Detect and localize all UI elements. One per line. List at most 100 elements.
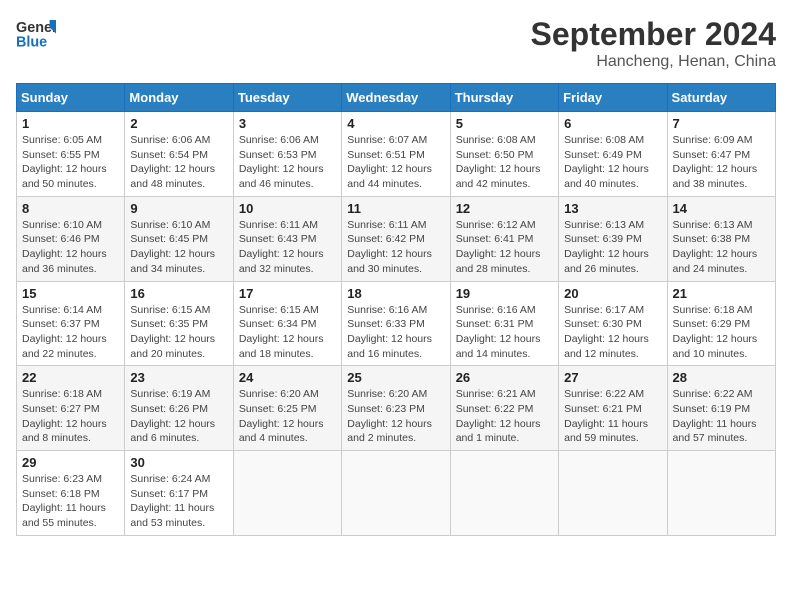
day-info: Sunrise: 6:20 AM Sunset: 6:23 PM Dayligh… [347, 387, 444, 446]
day-info: Sunrise: 6:16 AM Sunset: 6:31 PM Dayligh… [456, 303, 553, 362]
calendar-week-row: 1Sunrise: 6:05 AM Sunset: 6:55 PM Daylig… [17, 112, 776, 197]
calendar-cell [450, 451, 558, 536]
month-title: September 2024 [531, 16, 776, 53]
calendar-cell: 5 Sunrise: 6:08 AM Sunset: 6:50 PM Daylig… [450, 112, 558, 197]
day-number: 2 [130, 116, 227, 131]
location-title: Hancheng, Henan, China [531, 53, 776, 71]
calendar-cell: 16 Sunrise: 6:15 AM Sunset: 6:35 PM Dayli… [125, 281, 233, 366]
calendar-header: SundayMondayTuesdayWednesdayThursdayFrid… [17, 84, 776, 112]
weekday-wednesday: Wednesday [342, 84, 450, 112]
day-number: 12 [456, 201, 553, 216]
day-number: 27 [564, 370, 661, 385]
calendar-cell: 23Sunrise: 6:19 AM Sunset: 6:26 PM Dayli… [125, 366, 233, 451]
day-number: 1 [22, 116, 119, 131]
weekday-thursday: Thursday [450, 84, 558, 112]
day-info: Sunrise: 6:09 AM Sunset: 6:47 PM Dayligh… [673, 133, 770, 192]
calendar-week-row: 8 Sunrise: 6:10 AM Sunset: 6:46 PM Daylig… [17, 196, 776, 281]
day-number: 5 [456, 116, 553, 131]
weekday-monday: Monday [125, 84, 233, 112]
day-info: Sunrise: 6:08 AM Sunset: 6:50 PM Dayligh… [456, 133, 553, 192]
weekday-friday: Friday [559, 84, 667, 112]
calendar-cell: 24 Sunrise: 6:20 AM Sunset: 6:25 PM Dayli… [233, 366, 341, 451]
day-info: Sunrise: 6:15 AM Sunset: 6:35 PM Dayligh… [130, 303, 227, 362]
day-number: 15 [22, 286, 119, 301]
day-number: 8 [22, 201, 119, 216]
day-number: 25 [347, 370, 444, 385]
day-info: Sunrise: 6:13 AM Sunset: 6:39 PM Dayligh… [564, 218, 661, 277]
calendar-cell: 3 Sunrise: 6:06 AM Sunset: 6:53 PM Daylig… [233, 112, 341, 197]
calendar-cell: 26Sunrise: 6:21 AM Sunset: 6:22 PM Dayli… [450, 366, 558, 451]
day-number: 3 [239, 116, 336, 131]
calendar-cell: 25 Sunrise: 6:20 AM Sunset: 6:23 PM Dayli… [342, 366, 450, 451]
calendar-cell: 29Sunrise: 6:23 AM Sunset: 6:18 PM Dayli… [17, 451, 125, 536]
calendar-cell: 8 Sunrise: 6:10 AM Sunset: 6:46 PM Daylig… [17, 196, 125, 281]
day-number: 21 [673, 286, 770, 301]
day-number: 14 [673, 201, 770, 216]
day-number: 24 [239, 370, 336, 385]
title-block: September 2024 Hancheng, Henan, China [531, 16, 776, 71]
day-info: Sunrise: 6:10 AM Sunset: 6:45 PM Dayligh… [130, 218, 227, 277]
calendar-cell: 1Sunrise: 6:05 AM Sunset: 6:55 PM Daylig… [17, 112, 125, 197]
day-info: Sunrise: 6:17 AM Sunset: 6:30 PM Dayligh… [564, 303, 661, 362]
calendar-week-row: 15 Sunrise: 6:14 AM Sunset: 6:37 PM Dayli… [17, 281, 776, 366]
calendar-cell [559, 451, 667, 536]
day-info: Sunrise: 6:11 AM Sunset: 6:42 PM Dayligh… [347, 218, 444, 277]
day-number: 10 [239, 201, 336, 216]
day-info: Sunrise: 6:18 AM Sunset: 6:27 PM Dayligh… [22, 387, 119, 446]
day-info: Sunrise: 6:15 AM Sunset: 6:34 PM Dayligh… [239, 303, 336, 362]
day-number: 30 [130, 455, 227, 470]
calendar-cell: 13 Sunrise: 6:13 AM Sunset: 6:39 PM Dayli… [559, 196, 667, 281]
calendar-cell: 11Sunrise: 6:11 AM Sunset: 6:42 PM Dayli… [342, 196, 450, 281]
day-number: 17 [239, 286, 336, 301]
day-info: Sunrise: 6:11 AM Sunset: 6:43 PM Dayligh… [239, 218, 336, 277]
calendar-cell [667, 451, 775, 536]
day-info: Sunrise: 6:10 AM Sunset: 6:46 PM Dayligh… [22, 218, 119, 277]
calendar-cell: 14 Sunrise: 6:13 AM Sunset: 6:38 PM Dayli… [667, 196, 775, 281]
day-number: 19 [456, 286, 553, 301]
day-number: 7 [673, 116, 770, 131]
calendar-cell: 12 Sunrise: 6:12 AM Sunset: 6:41 PM Dayli… [450, 196, 558, 281]
day-info: Sunrise: 6:23 AM Sunset: 6:18 PM Dayligh… [22, 472, 119, 531]
day-info: Sunrise: 6:13 AM Sunset: 6:38 PM Dayligh… [673, 218, 770, 277]
weekday-sunday: Sunday [17, 84, 125, 112]
day-info: Sunrise: 6:20 AM Sunset: 6:25 PM Dayligh… [239, 387, 336, 446]
calendar-week-row: 22 Sunrise: 6:18 AM Sunset: 6:27 PM Dayli… [17, 366, 776, 451]
day-info: Sunrise: 6:24 AM Sunset: 6:17 PM Dayligh… [130, 472, 227, 531]
day-info: Sunrise: 6:12 AM Sunset: 6:41 PM Dayligh… [456, 218, 553, 277]
calendar-cell: 19 Sunrise: 6:16 AM Sunset: 6:31 PM Dayli… [450, 281, 558, 366]
logo-icon: General Blue [16, 16, 56, 52]
day-info: Sunrise: 6:07 AM Sunset: 6:51 PM Dayligh… [347, 133, 444, 192]
day-number: 20 [564, 286, 661, 301]
calendar-cell: 2Sunrise: 6:06 AM Sunset: 6:54 PM Daylig… [125, 112, 233, 197]
calendar-body: 1Sunrise: 6:05 AM Sunset: 6:55 PM Daylig… [17, 112, 776, 536]
calendar-cell: 28Sunrise: 6:22 AM Sunset: 6:19 PM Dayli… [667, 366, 775, 451]
day-number: 4 [347, 116, 444, 131]
svg-text:Blue: Blue [16, 34, 47, 50]
day-number: 9 [130, 201, 227, 216]
calendar-cell: 21 Sunrise: 6:18 AM Sunset: 6:29 PM Dayli… [667, 281, 775, 366]
day-info: Sunrise: 6:08 AM Sunset: 6:49 PM Dayligh… [564, 133, 661, 192]
weekday-header-row: SundayMondayTuesdayWednesdayThursdayFrid… [17, 84, 776, 112]
day-info: Sunrise: 6:16 AM Sunset: 6:33 PM Dayligh… [347, 303, 444, 362]
calendar-table: SundayMondayTuesdayWednesdayThursdayFrid… [16, 83, 776, 536]
day-number: 28 [673, 370, 770, 385]
calendar-cell: 15 Sunrise: 6:14 AM Sunset: 6:37 PM Dayli… [17, 281, 125, 366]
day-number: 16 [130, 286, 227, 301]
calendar-cell: 10 Sunrise: 6:11 AM Sunset: 6:43 PM Dayli… [233, 196, 341, 281]
day-info: Sunrise: 6:21 AM Sunset: 6:22 PM Dayligh… [456, 387, 553, 446]
day-number: 6 [564, 116, 661, 131]
weekday-saturday: Saturday [667, 84, 775, 112]
calendar-cell: 7 Sunrise: 6:09 AM Sunset: 6:47 PM Daylig… [667, 112, 775, 197]
calendar-cell: 20 Sunrise: 6:17 AM Sunset: 6:30 PM Dayli… [559, 281, 667, 366]
calendar-cell: 22 Sunrise: 6:18 AM Sunset: 6:27 PM Dayli… [17, 366, 125, 451]
day-info: Sunrise: 6:18 AM Sunset: 6:29 PM Dayligh… [673, 303, 770, 362]
day-number: 13 [564, 201, 661, 216]
day-info: Sunrise: 6:06 AM Sunset: 6:53 PM Dayligh… [239, 133, 336, 192]
day-number: 22 [22, 370, 119, 385]
logo: General Blue [16, 16, 56, 52]
day-info: Sunrise: 6:19 AM Sunset: 6:26 PM Dayligh… [130, 387, 227, 446]
calendar-cell: 27Sunrise: 6:22 AM Sunset: 6:21 PM Dayli… [559, 366, 667, 451]
day-info: Sunrise: 6:14 AM Sunset: 6:37 PM Dayligh… [22, 303, 119, 362]
calendar-cell: 30 Sunrise: 6:24 AM Sunset: 6:17 PM Dayli… [125, 451, 233, 536]
calendar-cell: 6 Sunrise: 6:08 AM Sunset: 6:49 PM Daylig… [559, 112, 667, 197]
